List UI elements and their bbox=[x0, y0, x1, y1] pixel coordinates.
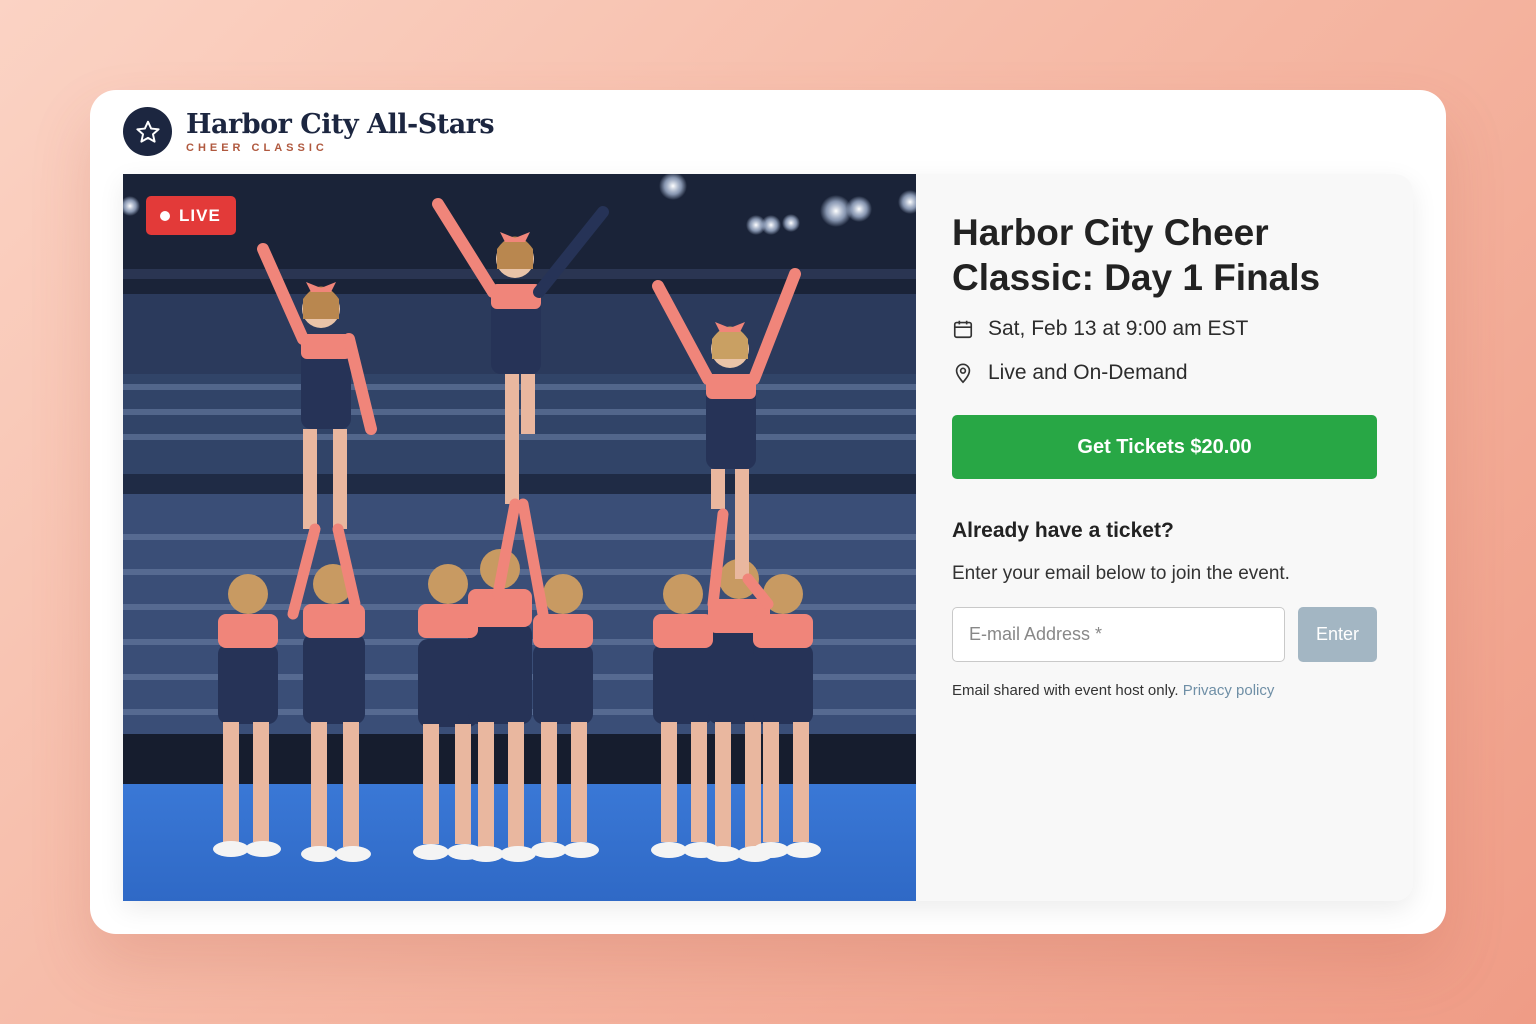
email-field[interactable] bbox=[952, 607, 1285, 662]
enter-button[interactable]: Enter bbox=[1298, 607, 1377, 662]
event-content: LIVE Harbor City Cheer Classic: Day 1 Fi… bbox=[123, 174, 1413, 901]
event-title: Harbor City Cheer Classic: Day 1 Finals bbox=[952, 212, 1321, 298]
email-entry-row: Enter bbox=[952, 607, 1377, 662]
live-label: LIVE bbox=[179, 205, 221, 225]
cheer-team-photo bbox=[123, 174, 916, 901]
event-location: Live and On-Demand bbox=[988, 361, 1188, 384]
event-location-row: Live and On-Demand bbox=[952, 361, 1377, 385]
privacy-footnote: Email shared with event host only. Priva… bbox=[952, 682, 1377, 699]
event-date-row: Sat, Feb 13 at 9:00 am EST bbox=[952, 317, 1377, 341]
event-date: Sat, Feb 13 at 9:00 am EST bbox=[988, 317, 1249, 340]
get-tickets-button[interactable]: Get Tickets $20.00 bbox=[952, 415, 1377, 479]
star-icon bbox=[135, 120, 160, 143]
hero-image: LIVE bbox=[123, 174, 916, 901]
event-details-panel: Harbor City Cheer Classic: Day 1 Finals … bbox=[916, 174, 1413, 901]
brand-header: Harbor City All-Stars CHEER CLASSIC bbox=[123, 107, 495, 156]
live-badge: LIVE bbox=[146, 196, 236, 235]
email-instructions: Enter your email below to join the event… bbox=[952, 563, 1290, 584]
calendar-icon bbox=[952, 318, 974, 340]
map-pin-icon bbox=[952, 362, 974, 384]
brand-name: Harbor City All-Stars bbox=[186, 108, 495, 140]
live-dot bbox=[160, 210, 170, 221]
brand-logo bbox=[123, 107, 172, 156]
brand-subtitle: CHEER CLASSIC bbox=[186, 141, 328, 154]
already-have-ticket-heading: Already have a ticket? bbox=[952, 519, 1174, 542]
footnote-text: Email shared with event host only. bbox=[952, 682, 1179, 699]
event-card: Harbor City All-Stars CHEER CLASSIC LIVE… bbox=[90, 90, 1446, 934]
privacy-policy-link[interactable]: Privacy policy bbox=[1183, 682, 1275, 699]
